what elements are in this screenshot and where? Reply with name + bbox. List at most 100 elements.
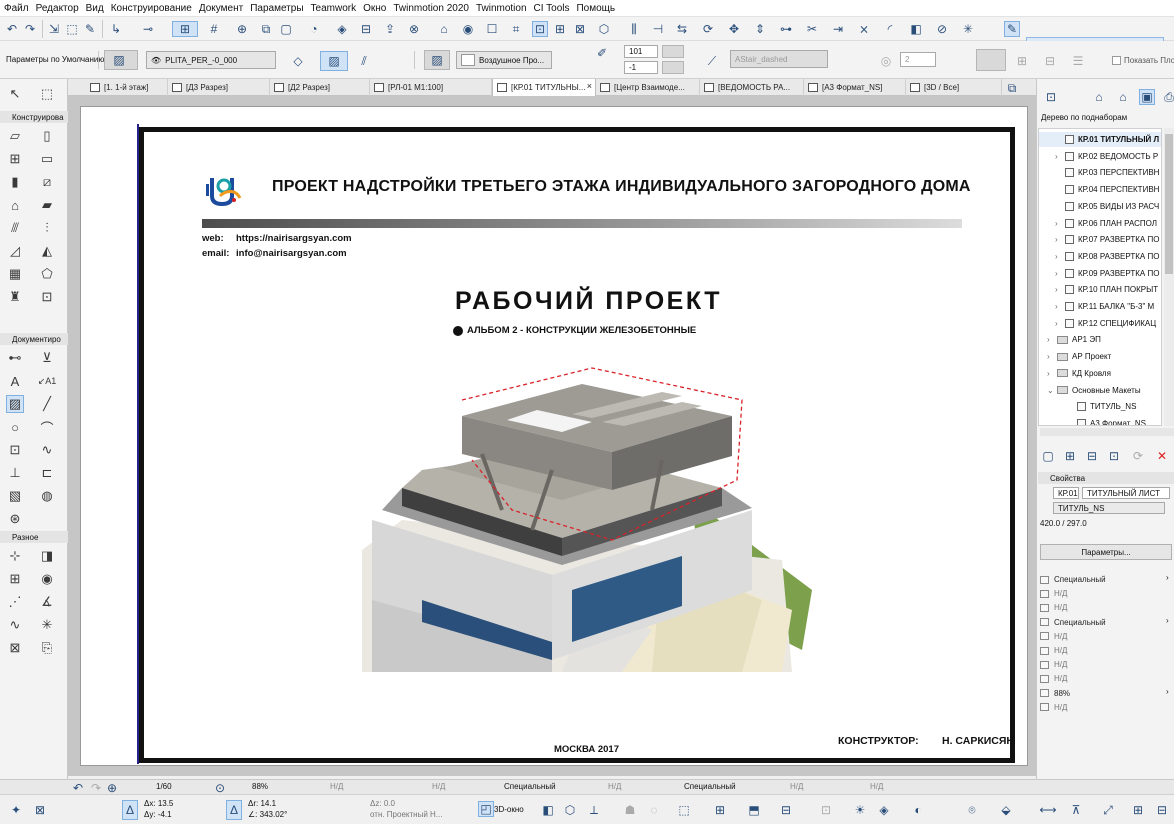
new-layout-icon[interactable]: ▢ — [1040, 448, 1056, 464]
fill-type-button[interactable]: ▨ — [424, 50, 450, 70]
settings-icon[interactable]: ⊡ — [1106, 448, 1122, 464]
tree-hscrollbar[interactable] — [1040, 428, 1174, 436]
drawing-tool-icon[interactable]: ⊡ — [6, 441, 24, 459]
curve-tool-icon[interactable]: ∿ — [6, 616, 24, 634]
measure-icon[interactable]: ⟷ — [1039, 802, 1056, 818]
publish-icon[interactable]: ⇪ — [382, 21, 398, 37]
project-map-icon[interactable]: ⌂ — [1091, 89, 1107, 105]
grid-element-tool-icon[interactable]: ⊹ — [6, 547, 24, 565]
morph-tool-icon[interactable]: ⬠ — [38, 265, 56, 283]
door-tool-icon[interactable]: ▭ — [38, 150, 56, 168]
properties-header[interactable]: Свойства — [1038, 472, 1174, 484]
align-icon[interactable]: ⫼ — [626, 21, 642, 37]
grid-icon[interactable]: # — [206, 21, 222, 37]
slab-tool-icon[interactable]: ▰ — [38, 196, 56, 214]
beam-tool-icon[interactable]: ⊞ — [6, 150, 24, 168]
property-row[interactable]: Специальный — [1040, 616, 1106, 629]
eye-dim-icon[interactable]: ◎ — [878, 53, 894, 69]
column-tool-icon[interactable]: ▯ — [38, 127, 56, 145]
wall-end-tool-icon[interactable]: ◨ — [38, 547, 56, 565]
distribute-icon[interactable]: ⊣ — [650, 21, 666, 37]
property-row[interactable]: 88% — [1040, 687, 1070, 700]
tab-section-d3[interactable]: [Д3 Разрез] — [168, 79, 270, 96]
tree-header[interactable]: Дерево по поднаборам — [1041, 113, 1127, 122]
surface-icon[interactable]: ◇ — [290, 53, 306, 69]
property-row[interactable]: Н/Д — [1040, 658, 1067, 671]
tree-item[interactable]: › КР.09 РАЗВЕРТКА ПО — [1039, 266, 1161, 281]
radial-tool-icon[interactable]: ✳ — [38, 616, 56, 634]
adjust-icon[interactable]: ⇥ — [830, 21, 846, 37]
guide-lines-icon[interactable]: ⊞ — [172, 21, 198, 37]
light-icon[interactable]: ☀ — [852, 802, 868, 818]
property-row[interactable]: Н/Д — [1040, 601, 1067, 614]
number-input[interactable]: 2 — [900, 52, 936, 67]
view3d-button[interactable]: 3D-окно — [494, 805, 524, 814]
text-tool-icon[interactable]: A — [6, 372, 24, 390]
expand-icon[interactable]: › — [1055, 285, 1065, 294]
elevation-icon[interactable]: ⌂ — [436, 21, 452, 37]
magic-wand-icon[interactable]: ✦ — [8, 802, 24, 818]
hatch-type-icon[interactable]: ▨ — [320, 51, 348, 71]
tree-item[interactable]: › КР.10 ПЛАН ПОКРЫТ — [1039, 282, 1161, 297]
tab-title-sheet[interactable]: [КР.01 ТИТУЛЬНЫ... × — [492, 79, 596, 96]
tab-a3-format[interactable]: [А3 Формат_NS] — [804, 79, 906, 96]
expand-icon[interactable]: › — [1047, 352, 1057, 361]
pen-bottom-input[interactable]: -1 — [624, 61, 658, 74]
shadow-icon[interactable]: ◐ — [910, 802, 926, 818]
line-type-icon[interactable]: ⟋ — [704, 53, 720, 69]
railing-tool-icon[interactable]: ⫶ — [38, 219, 56, 237]
offset-icon[interactable]: ⊶ — [778, 21, 794, 37]
menu-item[interactable]: Teamwork — [311, 3, 357, 14]
grid-toggle-icon[interactable]: ⊞ — [1130, 802, 1146, 818]
angle-dim-tool-icon[interactable]: ∡ — [38, 593, 56, 611]
layer-select[interactable]: 👁 PLITA_PER_-0_000 — [146, 51, 276, 69]
params-button[interactable]: Параметры... — [1040, 544, 1172, 560]
lock-icon[interactable]: ⬡ — [596, 21, 612, 37]
tree-item[interactable]: › КР.12 СПЕЦИФИКАЦ — [1039, 316, 1161, 331]
intersect-icon[interactable]: ⨯ — [856, 21, 872, 37]
shell-tool-icon[interactable]: ◭ — [38, 242, 56, 260]
stretch-icon[interactable]: ⇕ — [752, 21, 768, 37]
wall-tool-icon[interactable]: ▱ — [6, 127, 24, 145]
tree-item[interactable]: КР.05 ВИДЫ ИЗ РАСЧ — [1039, 199, 1161, 214]
tree-item[interactable]: › КР.06 ПЛАН РАСПОЛ — [1039, 216, 1161, 231]
gravity-icon[interactable]: ⊕ — [234, 21, 250, 37]
new-master-icon[interactable]: ⊟ — [1084, 448, 1100, 464]
change-tool-icon[interactable]: ⊛ — [6, 510, 24, 528]
tree-item[interactable]: КР.03 ПЕРСПЕКТИВН — [1039, 165, 1161, 180]
filter-icon[interactable]: ⊞ — [712, 802, 728, 818]
arrow-icon[interactable]: ⇲ — [46, 21, 62, 37]
tab-collab-center[interactable]: [Центр Взаимоде... — [596, 79, 700, 96]
menu-item[interactable]: Twinmotion — [476, 3, 527, 14]
expand-icon[interactable]: › — [1055, 302, 1065, 311]
tree-item[interactable]: › КР.02 ВЕДОМОСТЬ Р — [1039, 149, 1161, 164]
fill-orient-icon[interactable]: ⫽ — [356, 53, 372, 69]
fill-select[interactable]: Воздушное Про... — [456, 51, 552, 69]
section-icon[interactable]: ⊗ — [406, 21, 422, 37]
list-dim-icon[interactable]: ☰ — [1070, 53, 1086, 69]
pen-set-icon[interactable]: ◔ — [306, 21, 322, 37]
documentation-header[interactable]: Документиро — [0, 333, 68, 345]
tab-section-d2[interactable]: [Д2 Разрез] — [270, 79, 370, 96]
arrow-tool-icon[interactable]: ↖ — [6, 85, 24, 103]
status-special-1[interactable]: Специальный — [504, 782, 556, 791]
property-row[interactable]: Специальный — [1040, 573, 1106, 586]
prop-master-field[interactable]: ТИТУЛЬ_NS — [1053, 502, 1165, 514]
skylight-tool-icon[interactable]: ⊞ — [6, 570, 24, 588]
expand-icon[interactable]: › — [1047, 335, 1057, 344]
explode-icon[interactable]: ✳ — [960, 21, 976, 37]
group-icon[interactable]: ⊞ — [552, 21, 568, 37]
delta-icon[interactable]: Δ — [122, 800, 138, 820]
pen-top-input[interactable]: 101 — [624, 45, 658, 58]
menu-item[interactable]: Файл — [4, 3, 29, 14]
split-icon[interactable]: ✂ — [804, 21, 820, 37]
grid-dim-icon[interactable]: ⊞ — [1014, 53, 1030, 69]
bg-color-swatch[interactable] — [662, 61, 684, 74]
nav-options-icon[interactable]: ⊡ — [1043, 89, 1059, 105]
curtain-wall-tool-icon[interactable]: ▦ — [6, 265, 24, 283]
pillar-tool-icon[interactable]: ▮ — [6, 173, 24, 191]
roof-tool-icon[interactable]: ⌂ — [6, 196, 24, 214]
dimension-tool-icon[interactable]: ⊷ — [6, 349, 24, 367]
hotspot-tool-icon[interactable]: ⋰ — [6, 593, 24, 611]
tree-item[interactable]: › КР.08 РАЗВЕРТКА ПО — [1039, 249, 1161, 264]
